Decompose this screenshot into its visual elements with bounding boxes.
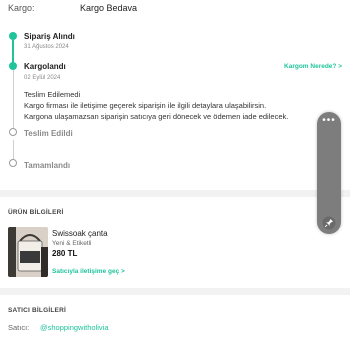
step-title: Tamamlandı	[24, 161, 71, 170]
product-price: 280 TL	[52, 249, 78, 258]
step-done-icon	[9, 32, 17, 40]
seller-username-link[interactable]: @shoppingwitholivia	[40, 323, 109, 332]
order-status-timeline: Sipariş Alındı 31 Ağustos 2024 Kargoland…	[0, 22, 350, 182]
delivery-failed-text: Kargona ulaşamazsan siparişin satıcıya g…	[24, 112, 289, 121]
step-title: Teslim Edildi	[24, 129, 73, 138]
seller-info-heading: SATICI BİLGİLERİ	[8, 307, 66, 314]
cargo-label: Kargo:	[8, 3, 35, 13]
timeline-connector	[13, 70, 14, 132]
step-pending-icon	[9, 159, 17, 167]
bag-image	[8, 227, 48, 277]
step-date: 02 Eylül 2024	[24, 75, 61, 81]
cargo-value: Kargo Bedava	[80, 3, 138, 13]
more-dots-icon[interactable]: •••	[317, 116, 341, 126]
pin-icon[interactable]	[322, 216, 336, 230]
product-info-heading: ÜRÜN BİLGİLERİ	[8, 209, 64, 216]
step-title: Kargolandı	[24, 62, 66, 71]
seller-label: Satıcı:	[8, 323, 30, 332]
delivery-failed-title: Teslim Edilemedi	[24, 90, 81, 99]
contact-seller-link[interactable]: Satıcıyla iletişime geç >	[52, 268, 125, 275]
step-title: Sipariş Alındı	[24, 32, 75, 41]
cargo-row: Kargo: Kargo Bedava	[0, 0, 350, 18]
where-is-my-cargo-link[interactable]: Kargom Nerede? >	[284, 63, 342, 70]
step-date: 31 Ağustos 2024	[24, 44, 69, 50]
delivery-failed-text: Kargo firması ile iletişime geçerek sipa…	[24, 101, 267, 110]
section-divider	[0, 190, 350, 197]
section-divider	[0, 288, 350, 295]
product-condition: Yeni & Etiketli	[52, 240, 92, 247]
product-name: Swissoak çanta	[52, 229, 108, 238]
step-done-icon	[9, 62, 17, 70]
step-pending-icon	[9, 128, 17, 136]
product-image[interactable]	[8, 227, 48, 277]
floating-toolbar[interactable]: •••	[317, 112, 341, 234]
